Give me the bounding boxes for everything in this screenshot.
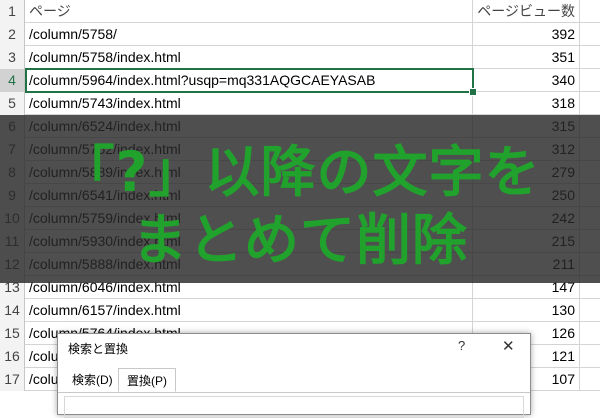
row-number[interactable]: 3 [0,46,25,69]
dialog-body [64,396,524,418]
row-number[interactable]: 2 [0,23,25,46]
cell-views[interactable]: 130 [473,299,580,322]
row-number[interactable]: 5 [0,92,25,115]
cell-views[interactable]: 351 [473,46,580,69]
active-cell-border[interactable] [25,68,474,93]
row-number[interactable]: 14 [0,299,25,322]
cell-page[interactable]: /column/5758/ [25,23,473,46]
cell-page[interactable]: /column/5758/index.html [25,46,473,69]
tab-replace[interactable]: 置換(P) [118,368,176,392]
headline-line-1: 「?」以降の文字を [59,140,541,204]
help-button[interactable]: ? [458,338,465,353]
table-row: 5/column/5743/index.html 318 [0,92,600,115]
row-number[interactable]: 17 [0,368,25,391]
header-row: 1 ページ ページビュー数 [0,0,600,23]
row-number[interactable]: 4 [0,69,25,92]
table-row: 3/column/5758/index.html 351 [0,46,600,69]
row-number[interactable]: 1 [0,0,25,23]
dialog-tabs: 検索(D) 置換(P) [58,368,530,393]
table-row: 14/column/6157/index.html 130 [0,299,600,322]
column-header-views[interactable]: ページビュー数 [473,0,580,23]
cell-page[interactable]: /column/5743/index.html [25,92,473,115]
cell-views[interactable]: 340 [473,69,580,92]
cell-views[interactable]: 392 [473,23,580,46]
column-header-page[interactable]: ページ [25,0,473,23]
fill-handle[interactable] [469,88,477,96]
cell-page[interactable]: /column/6157/index.html [25,299,473,322]
row-number[interactable]: 16 [0,345,25,368]
row-number[interactable]: 15 [0,322,25,345]
table-row: 2/column/5758/392 [0,23,600,46]
headline-line-2: まとめて削除 [131,208,468,272]
close-icon[interactable]: ✕ [502,337,515,355]
tab-find[interactable]: 検索(D) [64,370,121,391]
find-replace-dialog: 検索と置換 ? ✕ 検索(D) 置換(P) [57,333,531,418]
dialog-title: 検索と置換 [68,342,129,356]
cell-views[interactable]: 318 [473,92,580,115]
